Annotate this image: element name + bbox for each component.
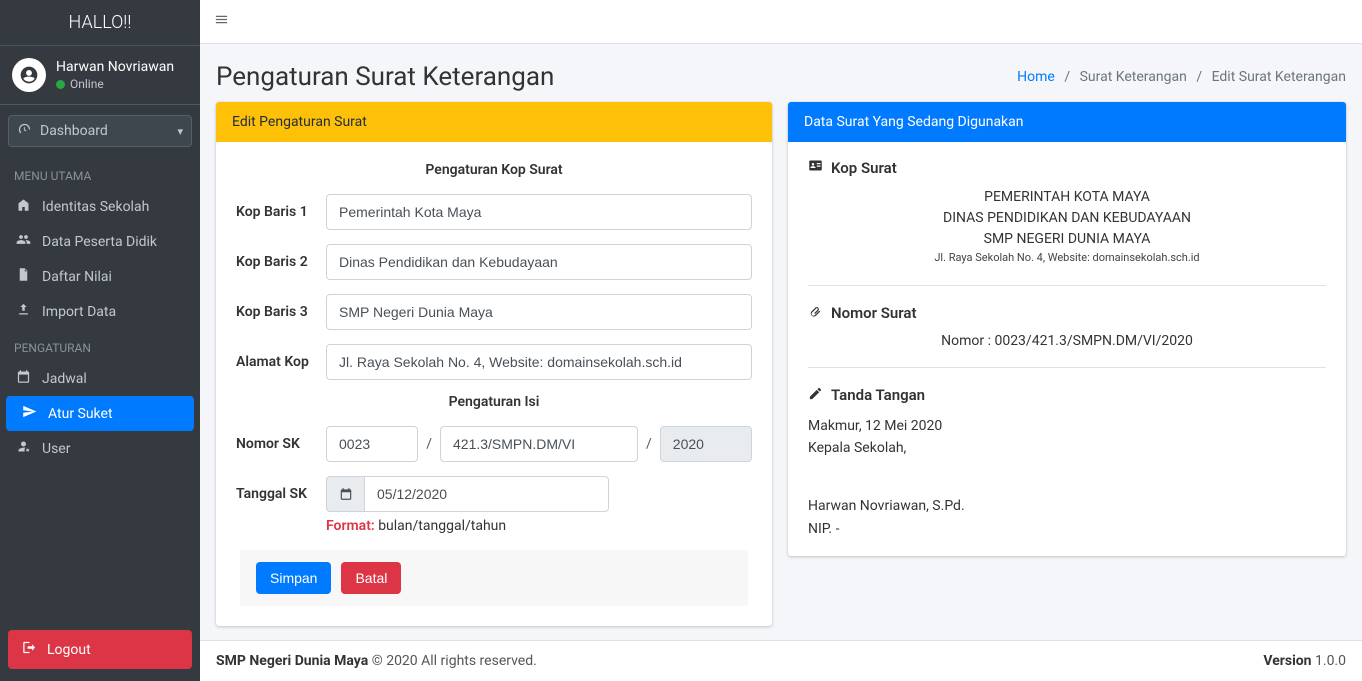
footer-version-label: Version — [1263, 653, 1311, 669]
save-button[interactable]: Simpan — [256, 562, 331, 594]
divider — [808, 285, 1326, 286]
nomor-surat-label: Nomor Surat — [831, 304, 917, 322]
nav-header-menu-utama: MENU UTAMA — [0, 157, 200, 189]
logout-label: Logout — [47, 642, 91, 658]
sig-jabatan: Kepala Sekolah, — [808, 437, 1326, 459]
paperclip-icon — [808, 304, 823, 323]
edit-surat-card-header: Edit Pengaturan Surat — [216, 102, 772, 142]
input-tanggal-sk[interactable] — [364, 476, 609, 512]
footer-copy: © 2020 — [368, 653, 421, 669]
label-kop1: Kop Baris 1 — [236, 204, 326, 220]
logout-button[interactable]: Logout — [8, 630, 192, 669]
sidebar-item-identitas-sekolah[interactable]: Identitas Sekolah — [0, 189, 200, 224]
user-name: Harwan Novriawan — [56, 59, 174, 75]
building-icon — [14, 197, 32, 216]
file-icon — [14, 267, 32, 286]
sig-nama: Harwan Novriawan, S.Pd. — [808, 495, 1326, 517]
help-format-label: Format: — [326, 518, 375, 534]
topbar — [200, 0, 1362, 44]
tanda-tangan-label: Tanda Tangan — [831, 386, 925, 404]
brand-title: HALLO!! — [0, 0, 200, 46]
pen-icon — [808, 386, 823, 405]
input-kop3[interactable] — [326, 294, 752, 330]
kop-address: Jl. Raya Sekolah No. 4, Website: domains… — [808, 250, 1326, 267]
sidebar-item-label: Jadwal — [42, 371, 87, 387]
input-nomor-sk-year — [660, 426, 752, 462]
sig-place-date: Makmur, 12 Mei 2020 — [808, 415, 1326, 437]
id-card-icon — [808, 158, 823, 177]
user-cog-icon — [14, 439, 32, 458]
breadcrumb: Home / Surat Keterangan / Edit Surat Ket… — [1017, 69, 1346, 85]
label-alamat: Alamat Kop — [236, 354, 326, 370]
paper-plane-icon — [20, 404, 38, 423]
input-alamat[interactable] — [326, 344, 752, 380]
preview-card-header: Data Surat Yang Sedang Digunakan — [788, 102, 1346, 142]
footer-school: SMP Negeri Dunia Maya — [216, 653, 368, 669]
hamburger-icon[interactable] — [214, 12, 229, 31]
footer-rights: All rights reserved. — [421, 653, 537, 669]
sidebar-item-label: Identitas Sekolah — [42, 199, 149, 215]
breadcrumb-mid: Surat Keterangan — [1080, 69, 1187, 85]
section-kop-title: Pengaturan Kop Surat — [236, 162, 752, 178]
section-isi-title: Pengaturan Isi — [236, 394, 752, 410]
slash-sep: / — [426, 436, 432, 452]
sidebar-dashboard-toggle[interactable]: Dashboard ▾ — [8, 115, 192, 147]
input-nomor-sk-2[interactable] — [440, 426, 638, 462]
main-area: Pengaturan Surat Keterangan Home / Surat… — [200, 0, 1362, 681]
sidebar-item-user[interactable]: User — [0, 431, 200, 466]
help-format-text: bulan/tanggal/tahun — [375, 518, 506, 534]
footer-version: 1.0.0 — [1312, 653, 1346, 669]
footer: SMP Negeri Dunia Maya © 2020 All rights … — [200, 640, 1362, 681]
sidebar-item-jadwal[interactable]: Jadwal — [0, 361, 200, 396]
sidebar: HALLO!! Harwan Novriawan Online Dashboar… — [0, 0, 200, 681]
input-kop2[interactable] — [326, 244, 752, 280]
preview-surat-card: Data Surat Yang Sedang Digunakan Kop Sur… — [788, 102, 1346, 556]
sidebar-item-data-peserta-didik[interactable]: Data Peserta Didik — [0, 224, 200, 259]
breadcrumb-sep: / — [1064, 69, 1070, 85]
kop-line-1: PEMERINTAH KOTA MAYA — [808, 187, 1326, 208]
breadcrumb-sep: / — [1196, 69, 1202, 85]
label-kop2: Kop Baris 2 — [236, 254, 326, 270]
breadcrumb-home[interactable]: Home — [1017, 69, 1055, 85]
label-nomor-sk: Nomor SK — [236, 436, 326, 452]
chevron-down-icon: ▾ — [177, 125, 183, 138]
sidebar-item-atur-suket[interactable]: Atur Suket — [6, 396, 194, 431]
label-tanggal-sk: Tanggal SK — [236, 486, 326, 502]
label-kop3: Kop Baris 3 — [236, 304, 326, 320]
sidebar-item-label: Daftar Nilai — [42, 269, 112, 285]
tachometer-icon — [17, 122, 32, 141]
sidebar-item-import-data[interactable]: Import Data — [0, 294, 200, 329]
sidebar-item-label: Atur Suket — [48, 406, 113, 422]
online-dot-icon — [56, 80, 65, 89]
input-nomor-sk-1[interactable] — [326, 426, 418, 462]
page-title: Pengaturan Surat Keterangan — [216, 62, 554, 92]
kop-line-2: DINAS PENDIDIKAN DAN KEBUDAYAAN — [808, 208, 1326, 229]
sidebar-item-label: Import Data — [42, 304, 116, 320]
avatar — [12, 58, 46, 92]
divider — [808, 367, 1326, 368]
sidebar-item-daftar-nilai[interactable]: Daftar Nilai — [0, 259, 200, 294]
sig-nip: NIP. - — [808, 518, 1326, 540]
edit-surat-card: Edit Pengaturan Surat Pengaturan Kop Sur… — [216, 102, 772, 626]
upload-icon — [14, 302, 32, 321]
kop-line-3: SMP NEGERI DUNIA MAYA — [808, 229, 1326, 250]
sign-out-icon — [22, 640, 37, 659]
calendar-addon-icon[interactable] — [326, 476, 364, 512]
nav-header-pengaturan: PENGATURAN — [0, 329, 200, 361]
sidebar-item-label: Data Peserta Didik — [42, 234, 157, 250]
tanggal-help: Format: bulan/tanggal/tahun — [326, 518, 752, 534]
nomor-surat-value: Nomor : 0023/421.3/SMPN.DM/VI/2020 — [808, 333, 1326, 349]
sidebar-item-label: User — [42, 441, 70, 457]
kop-surat-label: Kop Surat — [831, 159, 897, 177]
users-icon — [14, 232, 32, 251]
sidebar-dashboard-label: Dashboard — [40, 123, 108, 139]
slash-sep: / — [646, 436, 652, 452]
user-circle-icon — [19, 65, 39, 85]
user-status: Online — [70, 77, 104, 91]
breadcrumb-current: Edit Surat Keterangan — [1212, 69, 1346, 85]
cancel-button[interactable]: Batal — [341, 562, 401, 594]
input-kop1[interactable] — [326, 194, 752, 230]
user-panel: Harwan Novriawan Online — [0, 46, 200, 105]
calendar-icon — [14, 369, 32, 388]
